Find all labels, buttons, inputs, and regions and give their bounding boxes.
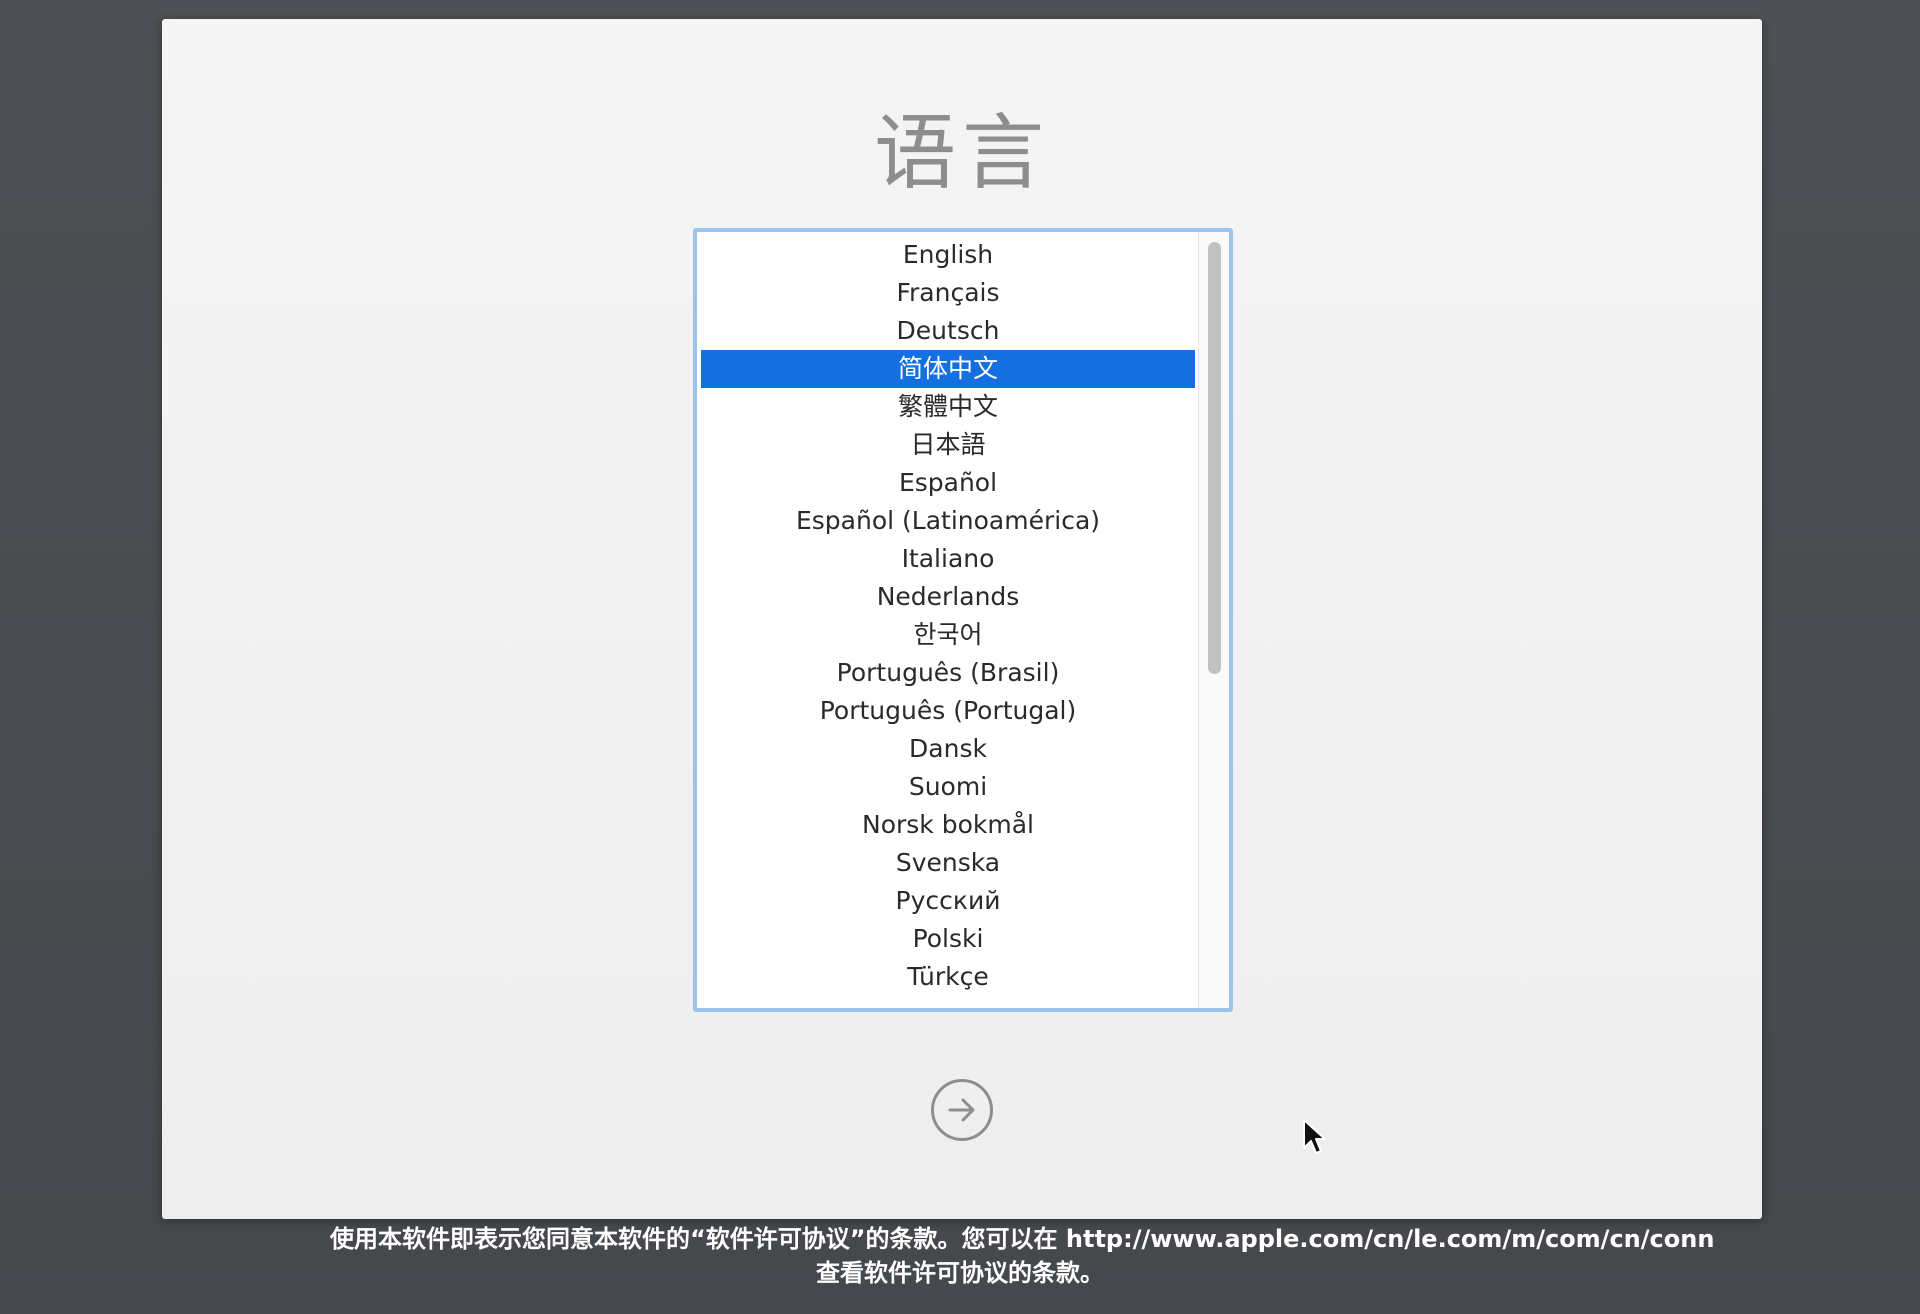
language-list-item[interactable]: 한국어 bbox=[701, 616, 1195, 654]
license-text-line2: 查看软件许可协议的条款。 bbox=[816, 1259, 1104, 1287]
language-list-item[interactable]: 繁體中文 bbox=[701, 388, 1195, 426]
arrow-right-circle-icon bbox=[948, 1098, 975, 1122]
language-list-item[interactable]: Suomi bbox=[701, 768, 1195, 806]
language-list-item[interactable]: Nederlands bbox=[701, 578, 1195, 616]
language-list-item[interactable]: Deutsch bbox=[701, 312, 1195, 350]
language-list-item[interactable]: Dansk bbox=[701, 730, 1195, 768]
language-list-item[interactable]: 日本語 bbox=[701, 426, 1195, 464]
language-list-item[interactable]: Français bbox=[701, 274, 1195, 312]
scrollbar-track[interactable] bbox=[1198, 232, 1229, 1008]
language-list-item[interactable]: Polski bbox=[701, 920, 1195, 958]
license-text-line1: 使用本软件即表示您同意本软件的“软件许可协议”的条款。您可以在 http://w… bbox=[330, 1225, 1715, 1253]
language-list-item[interactable]: Português (Brasil) bbox=[701, 654, 1195, 692]
language-list-item[interactable]: Italiano bbox=[701, 540, 1195, 578]
next-button[interactable] bbox=[931, 1079, 993, 1141]
language-list-item[interactable]: Norsk bokmål bbox=[701, 806, 1195, 844]
desktop-background: 语言 English Français Deutsch 简体中文 繁體中文 日本語 Espa… bbox=[0, 0, 1920, 1314]
mouse-cursor-icon bbox=[1303, 1119, 1326, 1154]
language-list-item[interactable]: English bbox=[701, 236, 1195, 274]
language-list-item[interactable]: Русский bbox=[701, 882, 1195, 920]
language-list-item[interactable]: 简体中文 bbox=[701, 350, 1195, 388]
language-list-item[interactable]: Español (Latinoamérica) bbox=[701, 502, 1195, 540]
language-list-item[interactable]: Português (Portugal) bbox=[701, 692, 1195, 730]
page-title: 语言 bbox=[873, 106, 1050, 201]
language-list-item[interactable]: Türkçe bbox=[701, 958, 1195, 996]
scrollbar-thumb[interactable] bbox=[1208, 242, 1221, 674]
language-list-item[interactable]: Svenska bbox=[701, 844, 1195, 882]
language-list-item[interactable]: Español bbox=[701, 464, 1195, 502]
language-list[interactable]: English Français Deutsch 简体中文 繁體中文 日本語 Español… bbox=[701, 236, 1195, 1004]
language-window: 语言 English Français Deutsch 简体中文 繁體中文 日本語 Espa… bbox=[162, 19, 1762, 1219]
language-listbox[interactable]: English Français Deutsch 简体中文 繁體中文 日本語 Español… bbox=[693, 228, 1233, 1012]
